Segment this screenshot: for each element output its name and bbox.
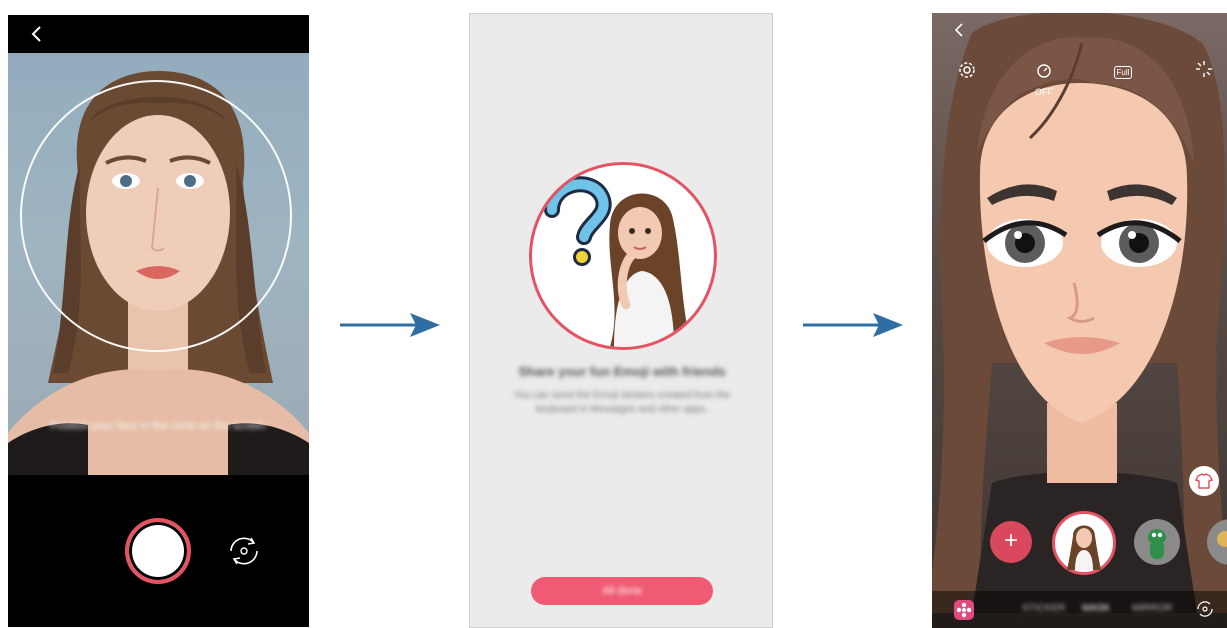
flow-arrow-2 [803,313,903,337]
intro-title: Share your fun Emoji with friends [518,364,726,379]
timer-off-icon [1037,64,1051,78]
effects-icon [1196,61,1212,77]
tab-mode-2[interactable]: MASK [1082,603,1110,614]
back-button[interactable] [28,21,46,53]
aspect-ratio-button[interactable]: Full [1112,59,1134,81]
character-icon [1217,531,1227,547]
selected-emoji-avatar[interactable] [1052,511,1116,575]
chevron-left-icon [954,23,963,37]
add-emoji-button[interactable]: + [990,521,1032,563]
full-ratio-icon: Full [1113,66,1133,79]
chevron-left-icon [31,26,41,42]
timer-button[interactable]: OFF [1029,59,1059,103]
back-button[interactable] [952,19,966,47]
outfit-button[interactable] [1189,466,1219,496]
camera-preview: Position your face in the circle on the … [8,53,309,475]
switch-camera-icon [230,537,258,565]
dinosaur-icon [1148,529,1166,559]
settings-button[interactable] [956,59,978,87]
face-position-hint: Position your face in the circle on the … [50,420,266,432]
dinosaur-emoji-button[interactable] [1134,519,1180,565]
tab-mode-3[interactable]: MIRROR [1132,603,1173,614]
switch-camera-icon [1197,601,1213,617]
ar-emoji-camera-screen: OFF Full + STICKER MASK MIRROR [932,13,1227,628]
switch-camera-button[interactable] [1194,598,1216,626]
emoji-intro-illustration [529,162,717,350]
all-done-button[interactable]: All done [531,577,713,605]
intro-description: You can send the Emoji stickers created … [513,390,731,415]
my-emoji-thumbnail [1067,525,1101,570]
add-label: + [1003,527,1018,554]
flower-icon [956,602,972,618]
ratio-label: Full [1116,68,1130,77]
thinking-emoji-image [544,176,692,347]
effects-button[interactable] [1194,59,1214,85]
shirt-icon [1194,473,1214,489]
emoji-mode-button[interactable] [954,600,974,620]
emoji-intro-screen: Share your fun Emoji with friends You ca… [469,13,773,628]
character-emoji-button[interactable] [1207,519,1227,565]
mode-bar [932,591,1227,628]
face-guide-circle [20,80,292,352]
face-capture-screen: Position your face in the circle on the … [8,15,309,627]
shutter-button[interactable] [125,518,191,584]
tab-mode-1[interactable]: STICKER [1022,603,1065,614]
timer-label: OFF [1035,87,1053,97]
flow-arrow-1 [340,313,440,337]
all-done-label: All done [602,585,642,597]
switch-camera-button[interactable] [221,528,267,574]
top-bar [8,15,309,53]
settings-icon [959,62,975,78]
